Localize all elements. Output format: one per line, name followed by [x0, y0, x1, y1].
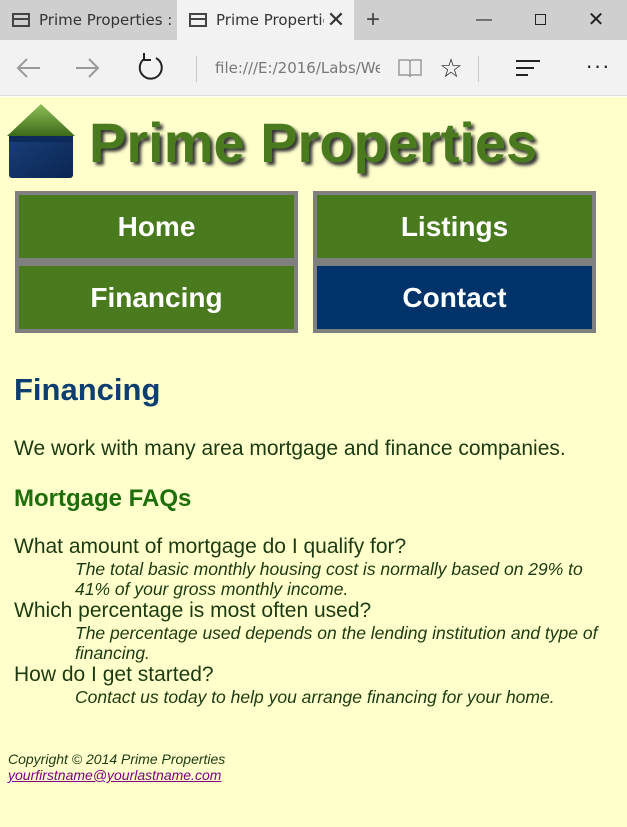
- page-heading: Financing: [14, 372, 161, 407]
- faq-question: Which percentage is most often used?: [14, 599, 372, 622]
- tab-title: Prime Properties :: [216, 11, 324, 29]
- page-viewport: Prime Properties Home Listings Financing…: [0, 97, 627, 827]
- close-tab-icon[interactable]: ✕: [324, 8, 348, 33]
- nav-financing-button[interactable]: Financing: [15, 262, 298, 333]
- copyright-text: Copyright © 2014 Prime Properties: [8, 751, 226, 767]
- favorite-star-icon[interactable]: ☆: [436, 40, 466, 96]
- divider: [196, 56, 197, 82]
- refresh-icon[interactable]: [134, 40, 166, 96]
- page-icon: [189, 13, 207, 27]
- browser-tab-1[interactable]: Prime Properties :: [0, 0, 177, 40]
- tab-bar: Prime Properties : Prime Properties : ✕ …: [0, 0, 627, 40]
- faq-question: How do I get started?: [14, 663, 214, 686]
- page-icon: [12, 13, 30, 27]
- nav-home-button[interactable]: Home: [15, 191, 298, 262]
- faq-answer: Contact us today to help you arrange fin…: [75, 687, 555, 707]
- faq-answer: The percentage used depends on the lendi…: [75, 623, 598, 663]
- new-tab-icon[interactable]: +: [360, 0, 386, 40]
- back-arrow-icon[interactable]: [12, 40, 44, 96]
- minimize-icon[interactable]: —: [456, 0, 512, 40]
- navigation-bar: file:///E:/2016/Labs/We ☆ ···: [0, 40, 627, 96]
- faq-question: What amount of mortgage do I qualify for…: [14, 535, 407, 558]
- hub-icon[interactable]: [514, 58, 542, 78]
- faq-heading: Mortgage FAQs: [14, 485, 192, 512]
- maximize-icon[interactable]: [512, 0, 568, 40]
- faq-list: What amount of mortgage do I qualify for…: [14, 535, 614, 707]
- tab-title: Prime Properties :: [39, 11, 173, 29]
- email-link[interactable]: yourfirstname@yourlastname.com: [8, 767, 221, 783]
- nav-listings-button[interactable]: Listings: [313, 191, 596, 262]
- footer: Copyright © 2014 Prime Properties yourfi…: [8, 751, 225, 783]
- faq-answer: The total basic monthly housing cost is …: [75, 559, 583, 599]
- browser-tab-2[interactable]: Prime Properties : ✕: [177, 0, 354, 40]
- divider: [478, 56, 479, 82]
- forward-arrow-icon[interactable]: [72, 40, 104, 96]
- reading-view-icon[interactable]: [398, 58, 422, 78]
- house-logo-icon: [7, 104, 75, 178]
- intro-text: We work with many area mortgage and fina…: [14, 437, 566, 460]
- site-title: Prime Properties: [89, 111, 538, 174]
- more-icon[interactable]: ···: [580, 40, 616, 96]
- close-window-icon[interactable]: ✕: [568, 0, 624, 40]
- nav-contact-button[interactable]: Contact: [313, 262, 596, 333]
- address-bar[interactable]: file:///E:/2016/Labs/We: [215, 40, 380, 96]
